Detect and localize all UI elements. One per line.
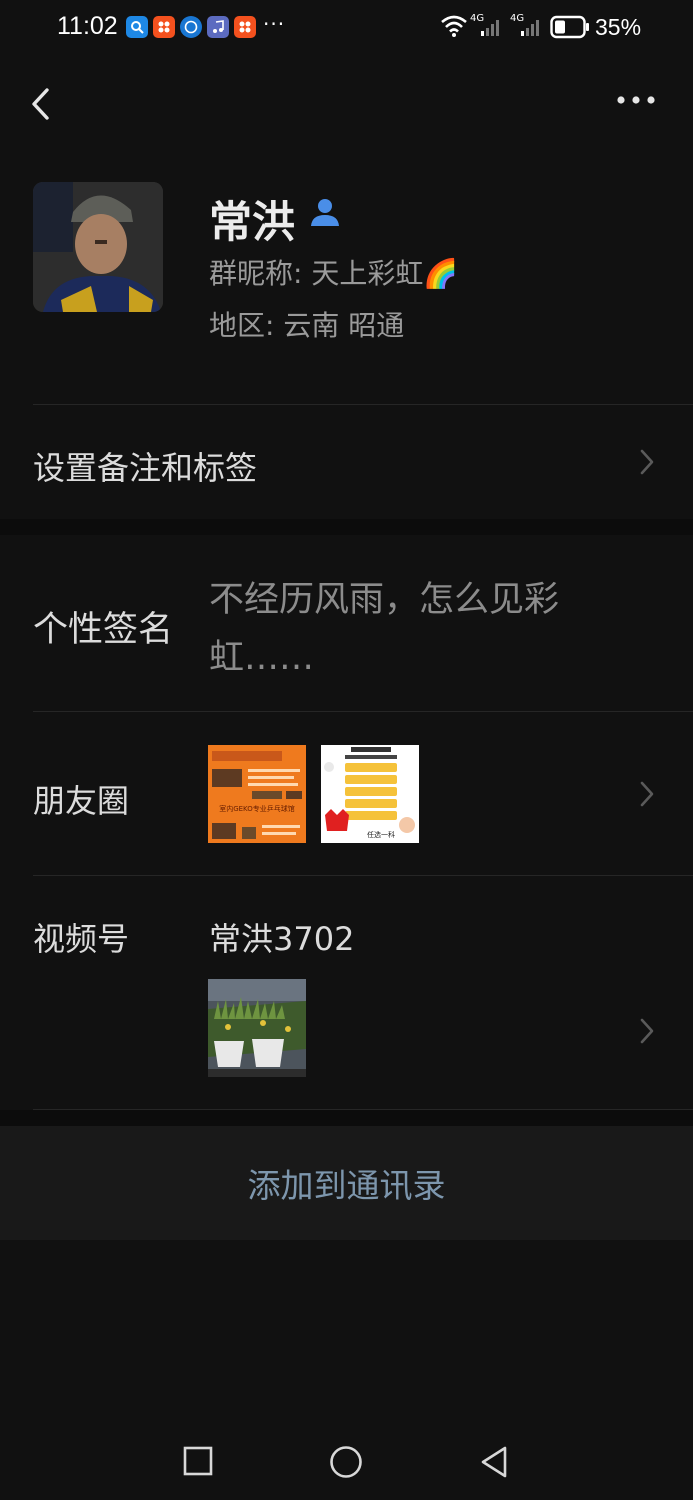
signal-icon-1	[481, 20, 499, 36]
moments-thumbnail[interactable]: 任选一科	[321, 745, 419, 843]
moments-image-2: 任选一科	[321, 745, 419, 843]
avatar-photo	[33, 182, 163, 312]
battery-icon	[550, 15, 589, 39]
section-gap	[0, 519, 693, 535]
signature-row: 个性签名 不经历风雨，怎么见彩虹……	[0, 535, 693, 711]
status-bar: 11:02 ··· 4G 4G 35%	[0, 0, 693, 56]
group-nickname: 群昵称: 天上彩虹🌈	[209, 257, 459, 290]
app-notification-icon-2	[234, 16, 256, 38]
channels-thumbnail[interactable]	[208, 979, 306, 1077]
moments-thumb1-text: 室内GEKO专业乒乓球馆	[219, 804, 295, 813]
set-remark-row[interactable]: 设置备注和标签	[0, 405, 693, 519]
channels-name: 常洪3702	[209, 920, 355, 958]
status-time: 11:02	[57, 12, 118, 40]
home-icon[interactable]	[328, 1444, 364, 1480]
search-app-icon	[126, 16, 148, 38]
browser-app-icon	[180, 16, 202, 38]
more-notifications-icon: ···	[263, 12, 286, 36]
add-to-contacts-button[interactable]: 添加到通讯录	[0, 1126, 693, 1240]
chevron-right-icon	[640, 449, 654, 475]
battery-percentage: 35%	[595, 14, 642, 40]
signature-label: 个性签名	[33, 610, 174, 650]
moments-thumbnail[interactable]: 室内GEKO专业乒乓球馆	[208, 745, 306, 843]
signal-icon-2	[521, 20, 539, 36]
contact-type-icon	[311, 199, 339, 226]
moments-thumb2-text: 任选一科	[367, 830, 395, 839]
region: 地区: 云南 昭通	[209, 309, 405, 342]
app-notification-icon	[153, 16, 175, 38]
moments-label: 朋友圈	[33, 782, 130, 820]
music-app-icon	[207, 16, 229, 38]
avatar[interactable]	[33, 182, 163, 312]
profile-header: 常洪 群昵称: 天上彩虹🌈 地区: 云南 昭通	[0, 146, 693, 404]
more-icon[interactable]	[612, 88, 662, 112]
wifi-icon	[441, 15, 467, 37]
channels-label: 视频号	[33, 920, 130, 958]
top-bar	[0, 56, 693, 146]
signature-text: 不经历风雨，怎么见彩虹……	[209, 580, 560, 678]
chevron-right-icon	[640, 1018, 654, 1044]
section-gap	[0, 1110, 693, 1126]
chevron-right-icon	[640, 781, 654, 807]
system-navigation-bar	[0, 1420, 693, 1500]
back-nav-icon[interactable]	[478, 1444, 510, 1480]
recent-apps-icon[interactable]	[182, 1445, 214, 1477]
set-remark-label: 设置备注和标签	[33, 449, 258, 487]
channels-row[interactable]: 视频号 常洪3702	[0, 876, 693, 1109]
contact-name: 常洪	[209, 198, 295, 248]
channels-image	[208, 979, 306, 1077]
moments-row[interactable]: 朋友圈 室内GEKO专业乒乓球馆 任选一科	[0, 712, 693, 875]
moments-image-1: 室内GEKO专业乒乓球馆	[208, 745, 306, 843]
back-icon[interactable]	[28, 84, 58, 124]
